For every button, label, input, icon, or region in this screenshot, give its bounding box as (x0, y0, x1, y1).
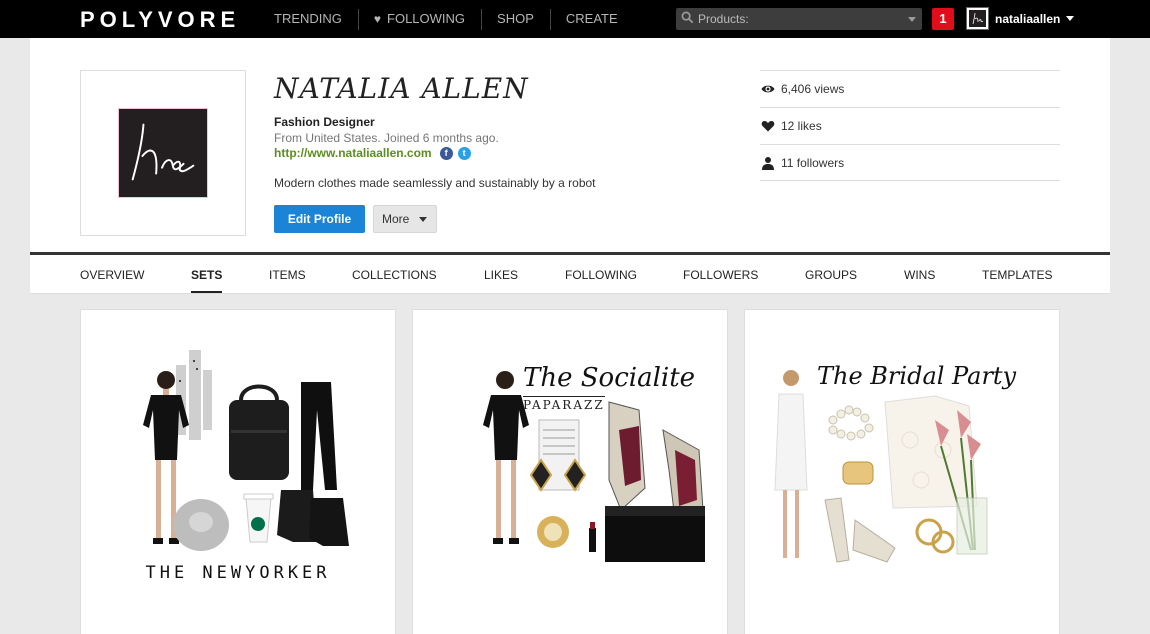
nav-following-label: FOLLOWING (387, 11, 466, 26)
search-category-dropdown-icon[interactable] (908, 17, 916, 22)
stat-followers[interactable]: 11 followers (760, 144, 1060, 181)
search-icon (681, 11, 694, 24)
top-navigation-bar: POLYVORE TRENDING ♥ FOLLOWING SHOP CREAT… (0, 0, 1150, 38)
tab-likes[interactable]: LIKES (484, 268, 518, 282)
eye-icon (761, 85, 775, 93)
tab-followers[interactable]: FOLLOWERS (683, 268, 758, 282)
set-subtitle: PAPARAZZ (523, 396, 605, 412)
views-count: 6,406 views (781, 82, 845, 96)
main-nav: TRENDING ♥ FOLLOWING SHOP CREATE (258, 0, 634, 38)
set-card-socialite[interactable]: The Socialite PAPARAZZ (412, 309, 728, 634)
username: nataliaallen (995, 11, 1061, 26)
followers-count: 11 followers (781, 155, 845, 170)
profile-tabs: OVERVIEW SETS ITEMS COLLECTIONS LIKES FO… (30, 255, 1110, 294)
profile-header: NATALIA ALLEN Fashion Designer From Unit… (30, 38, 1110, 253)
chevron-down-icon (419, 216, 428, 222)
tab-following[interactable]: FOLLOWING (565, 268, 637, 282)
tab-collections[interactable]: COLLECTIONS (352, 268, 437, 282)
user-avatar-logo (969, 10, 986, 27)
nav-shop-label: SHOP (497, 11, 534, 26)
person-icon (762, 156, 774, 170)
search-bar (676, 8, 922, 30)
profile-stats: 6,406 views 12 likes 11 followers (760, 70, 1060, 181)
chevron-down-icon (1066, 16, 1075, 21)
set-card-newyorker[interactable]: THE NEWYORKER (80, 309, 396, 634)
set-title: THE NEWYORKER (145, 563, 331, 583)
nav-shop[interactable]: SHOP (481, 0, 550, 38)
nav-create[interactable]: CREATE (549, 0, 634, 38)
set-collage-image (483, 371, 705, 562)
stat-likes[interactable]: 12 likes (760, 107, 1060, 144)
profile-title: Fashion Designer (274, 115, 375, 129)
tab-items[interactable]: ITEMS (269, 268, 306, 282)
stat-views: 6,406 views (760, 70, 1060, 107)
tab-wins[interactable]: WINS (904, 268, 935, 282)
nav-create-label: CREATE (565, 11, 618, 26)
likes-count: 12 likes (781, 119, 822, 133)
profile-avatar[interactable] (80, 70, 246, 236)
more-button[interactable]: More (373, 205, 437, 233)
nav-trending-label: TRENDING (274, 11, 342, 26)
set-collage-image (143, 350, 349, 551)
polyvore-logo[interactable]: POLYVORE (80, 7, 240, 33)
set-title: The Socialite (523, 363, 696, 393)
brand-logo (118, 108, 208, 198)
profile-name: NATALIA ALLEN (274, 72, 529, 105)
set-card-bridal-party[interactable]: The Bridal Party (744, 309, 1060, 634)
heart-icon (761, 121, 775, 132)
heart-icon: ♥ (373, 12, 382, 26)
user-avatar (966, 7, 989, 30)
edit-profile-button[interactable]: Edit Profile (274, 205, 365, 233)
set-title: The Bridal Party (817, 362, 1017, 390)
profile-links: http://www.nataliaallen.com f t (274, 146, 471, 160)
tab-templates[interactable]: TEMPLATES (982, 268, 1052, 282)
profile-location: From United States. Joined 6 months ago. (274, 131, 499, 145)
search-input[interactable] (698, 8, 898, 30)
twitter-icon[interactable]: t (457, 146, 471, 160)
profile-bio: Modern clothes made seamlessly and susta… (274, 176, 596, 190)
nav-trending[interactable]: TRENDING (258, 0, 358, 38)
more-button-label: More (382, 212, 410, 226)
user-menu[interactable]: nataliaallen (966, 7, 1075, 30)
nav-following[interactable]: ♥ FOLLOWING (357, 0, 481, 38)
tab-overview[interactable]: OVERVIEW (80, 268, 144, 282)
notification-badge[interactable]: 1 (932, 8, 954, 30)
set-collage-image (774, 370, 988, 563)
facebook-icon[interactable]: f (439, 146, 453, 160)
website-link[interactable]: http://www.nataliaallen.com (274, 146, 432, 160)
tab-groups[interactable]: GROUPS (805, 268, 857, 282)
tab-sets[interactable]: SETS (191, 268, 223, 293)
